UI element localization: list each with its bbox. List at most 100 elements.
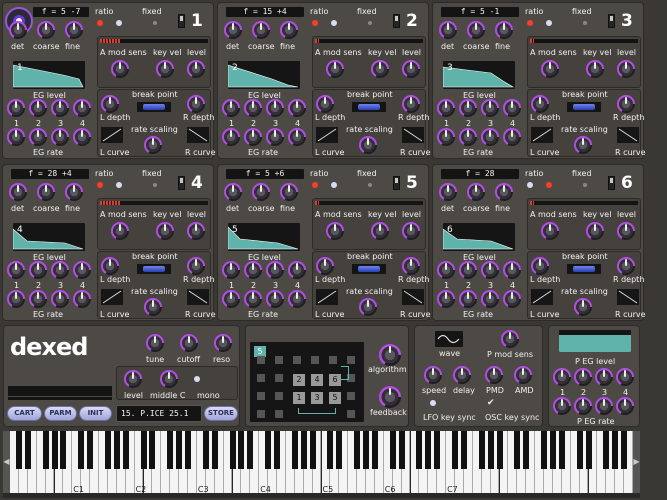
r-curve-display[interactable] [402,127,424,143]
init-button[interactable]: INIT [79,406,112,421]
fixed-led[interactable] [583,183,587,187]
output-level-knob[interactable] [617,222,635,240]
eg-rate-knob-1[interactable] [437,128,455,146]
eg-rate-knob-1[interactable] [7,128,25,146]
black-key[interactable] [576,431,583,469]
r-depth-knob[interactable] [617,257,635,275]
key-vel-knob[interactable] [586,222,604,240]
key-vel-knob[interactable] [586,60,604,78]
black-key[interactable] [523,431,530,469]
black-key[interactable] [363,431,369,469]
output-level-knob[interactable] [402,60,420,78]
break-point-slider[interactable] [352,264,386,274]
eg-rate-knob-3[interactable] [266,128,284,146]
black-key[interactable] [389,431,396,469]
tune-knob[interactable] [146,334,164,352]
eg-level-knob-4[interactable] [73,261,91,279]
ratio-led[interactable] [527,20,533,26]
osc-key-sync-check-icon[interactable]: ✔ [487,398,495,408]
reso-knob[interactable] [214,334,232,352]
mode-led[interactable] [331,20,337,26]
eg-rate-knob-1[interactable] [222,290,240,308]
eg-level-knob-4[interactable] [503,261,521,279]
black-key[interactable] [122,431,129,469]
output-level-knob[interactable] [187,222,205,240]
p-mod-sens-knob[interactable] [501,330,519,348]
black-key[interactable] [434,431,441,469]
eg-level-knob-2[interactable] [459,261,477,279]
eg-level-knob-3[interactable] [51,99,69,117]
p-eg-level-knob-1[interactable] [553,368,571,386]
l-curve-display[interactable] [101,127,123,143]
det-knob[interactable] [439,183,457,201]
black-key[interactable] [612,431,619,469]
rate-scaling-knob[interactable] [144,136,162,154]
black-key[interactable] [113,431,120,469]
black-key[interactable] [416,431,423,469]
fixed-led[interactable] [368,21,372,25]
black-key[interactable] [60,431,67,469]
ratio-led[interactable] [527,182,533,188]
l-curve-display[interactable] [316,127,338,143]
black-key[interactable] [42,431,49,469]
mode-led[interactable] [116,182,122,188]
r-depth-knob[interactable] [187,257,205,275]
eg-level-knob-1[interactable] [7,261,25,279]
det-knob[interactable] [224,21,242,39]
black-key[interactable] [274,431,280,469]
operator-switch[interactable] [393,14,400,28]
fixed-led[interactable] [153,183,157,187]
black-key[interactable] [603,431,610,469]
black-key[interactable] [309,431,316,469]
a-mod-sens-knob[interactable] [111,222,129,240]
cutoff-knob[interactable] [180,334,198,352]
r-depth-knob[interactable] [402,95,420,113]
break-point-slider[interactable] [567,264,601,274]
l-depth-knob[interactable] [531,95,549,113]
speed-knob[interactable] [424,366,442,384]
black-key[interactable] [176,431,183,469]
eg-level-knob-3[interactable] [266,99,284,117]
eg-rate-knob-3[interactable] [51,290,69,308]
black-key[interactable] [149,431,156,469]
a-mod-sens-knob[interactable] [326,60,344,78]
rate-scaling-knob[interactable] [574,136,592,154]
rate-scaling-knob[interactable] [359,136,377,154]
eg-rate-knob-1[interactable] [222,128,240,146]
p-eg-level-knob-2[interactable] [574,368,592,386]
l-curve-display[interactable] [531,127,553,143]
l-depth-knob[interactable] [101,257,119,275]
operator-switch[interactable] [608,14,615,28]
black-key[interactable] [87,431,94,469]
eg-level-knob-2[interactable] [459,99,477,117]
fixed-led[interactable] [153,21,157,25]
eg-level-knob-4[interactable] [73,99,91,117]
p-eg-rate-knob-3[interactable] [595,397,613,415]
lfo-key-sync-led[interactable] [430,400,436,406]
eg-rate-knob-2[interactable] [29,128,47,146]
rate-scaling-knob[interactable] [144,298,162,316]
black-key[interactable] [514,431,521,469]
black-key[interactable] [238,431,245,469]
black-key[interactable] [140,431,147,469]
eg-level-knob-1[interactable] [7,99,25,117]
p-eg-level-knob-4[interactable] [616,368,634,386]
keyboard-scroll-left[interactable]: ◀ [3,431,10,493]
eg-rate-knob-4[interactable] [503,290,521,308]
black-key[interactable] [425,431,432,469]
fine-knob[interactable] [495,21,513,39]
black-key[interactable] [202,431,209,469]
p-eg-rate-knob-4[interactable] [616,397,634,415]
black-key[interactable] [398,431,405,469]
coarse-knob[interactable] [37,183,55,201]
black-key[interactable] [478,431,485,469]
amd-knob[interactable] [514,366,532,384]
black-key[interactable] [51,431,58,469]
eg-level-knob-3[interactable] [481,261,499,279]
feedback-knob[interactable] [379,386,401,408]
program-select[interactable]: 15. P.ICE 25.1 [116,405,202,422]
black-key[interactable] [211,431,218,469]
key-vel-knob[interactable] [156,60,174,78]
operator-switch[interactable] [393,176,400,190]
output-level-knob[interactable] [402,222,420,240]
